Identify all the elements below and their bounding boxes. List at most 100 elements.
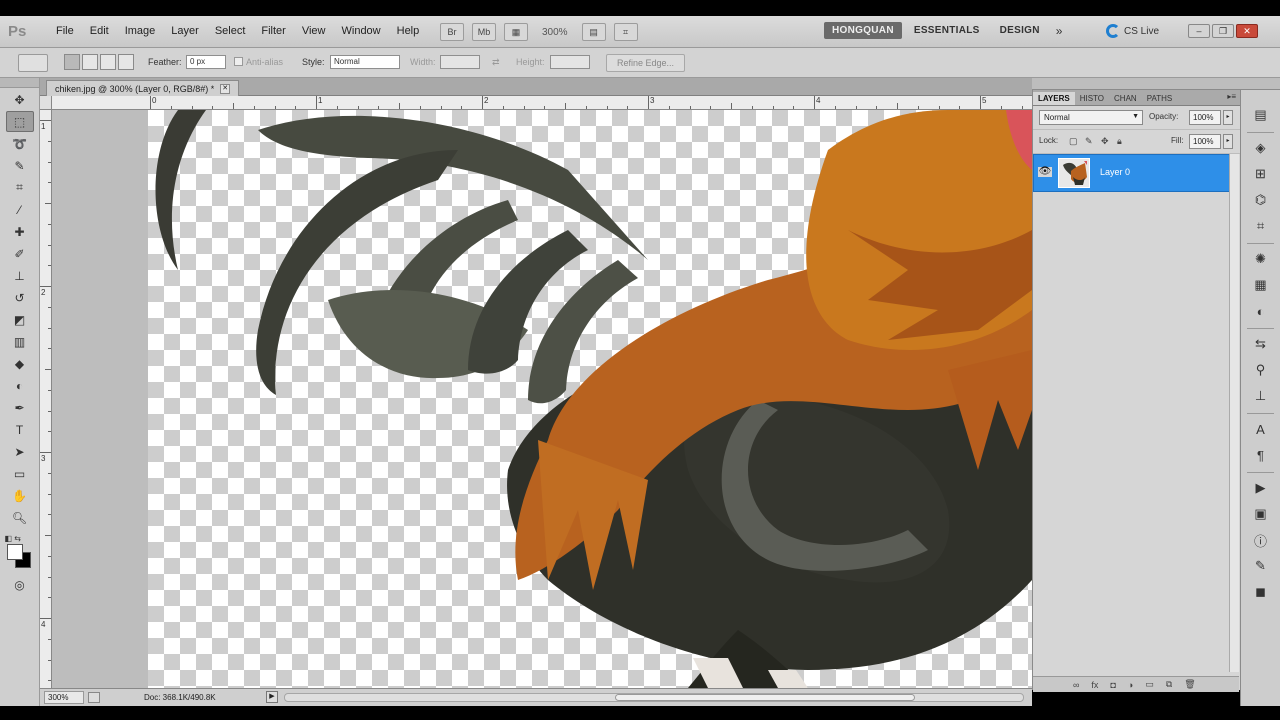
actions-panel-icon[interactable]: ▶ bbox=[1249, 477, 1273, 499]
workspace-hongquan[interactable]: HONGQUAN bbox=[824, 22, 902, 39]
rectangular-marquee-tool-icon[interactable]: ⬚ bbox=[5, 111, 34, 132]
intersect-selection-icon[interactable] bbox=[118, 54, 134, 70]
layer-style-icon[interactable]: fx bbox=[1091, 680, 1098, 690]
menu-layer[interactable]: Layer bbox=[163, 25, 207, 37]
history-panel-icon[interactable]: ⌬ bbox=[1249, 189, 1273, 211]
masks-panel-icon[interactable]: ⚲ bbox=[1249, 359, 1273, 381]
link-layers-icon[interactable]: ∞ bbox=[1073, 680, 1079, 690]
blur-tool-icon[interactable]: ◆ bbox=[6, 353, 34, 374]
quick-selection-tool-icon[interactable]: ✎ bbox=[6, 155, 34, 176]
menu-image[interactable]: Image bbox=[117, 25, 164, 37]
opacity-input[interactable]: 100% bbox=[1189, 110, 1221, 125]
crop-tool-icon[interactable]: ⌗ bbox=[6, 177, 34, 198]
lock-all-icon[interactable]: 🔒︎ bbox=[1117, 136, 1127, 146]
delete-layer-icon[interactable]: 🗑︎ bbox=[1184, 679, 1195, 690]
swap-icon[interactable]: ⇄ bbox=[492, 57, 500, 68]
refine-edge-button[interactable]: Refine Edge... bbox=[606, 54, 686, 72]
view-extras-button[interactable]: ▦ bbox=[504, 23, 528, 41]
adjustments-panel-icon[interactable]: ⇆ bbox=[1249, 333, 1273, 355]
toolbox-grip[interactable] bbox=[0, 78, 39, 88]
tool-preset-picker[interactable] bbox=[18, 54, 48, 72]
ruler-origin[interactable] bbox=[40, 96, 52, 110]
workspace-design[interactable]: DESIGN bbox=[992, 22, 1048, 39]
launch-bridge-button[interactable]: Br bbox=[440, 23, 464, 41]
mini-bridge-panel-icon[interactable]: ▤ bbox=[1249, 104, 1273, 126]
subtract-from-selection-icon[interactable] bbox=[100, 54, 116, 70]
tab-paths[interactable]: PATHS bbox=[1142, 92, 1177, 105]
brush-tool-icon[interactable]: ✐ bbox=[6, 243, 34, 264]
horizontal-ruler[interactable]: 0 1 2 3 4 5 bbox=[52, 96, 1032, 110]
vertical-ruler[interactable]: 1 2 3 4 bbox=[40, 110, 52, 688]
navigator-panel-icon[interactable]: ▣ bbox=[1249, 503, 1273, 525]
style-dropdown[interactable]: Normal bbox=[330, 55, 400, 69]
close-button[interactable]: ✕ bbox=[1236, 24, 1258, 38]
notes-panel-icon[interactable]: ✎ bbox=[1249, 555, 1273, 577]
paragraph-panel-icon[interactable]: ¶ bbox=[1249, 444, 1273, 466]
close-document-icon[interactable]: ✕ bbox=[220, 83, 231, 94]
cs-live-button[interactable]: CS Live bbox=[1106, 24, 1159, 38]
mini-bridge-button[interactable]: Mb bbox=[472, 23, 496, 41]
workspace-essentials[interactable]: ESSENTIALS bbox=[906, 22, 988, 39]
screen-mode-button[interactable]: ⌗ bbox=[613, 23, 638, 41]
anti-alias-checkbox[interactable] bbox=[234, 57, 243, 66]
opacity-slider-arrow-icon[interactable]: ▸ bbox=[1223, 110, 1233, 125]
brush-panel-icon[interactable]: ⊥ bbox=[1249, 385, 1273, 407]
eraser-tool-icon[interactable]: ◩ bbox=[6, 309, 34, 330]
horizontal-scrollbar[interactable] bbox=[284, 693, 1024, 702]
new-selection-mode-icon[interactable] bbox=[64, 54, 80, 70]
menu-select[interactable]: Select bbox=[207, 25, 254, 37]
lock-transparent-icon[interactable]: ▢ bbox=[1069, 136, 1079, 146]
hand-tool-icon[interactable]: ✋ bbox=[6, 485, 34, 506]
menu-file[interactable]: File bbox=[48, 25, 82, 37]
restore-button[interactable]: ❐ bbox=[1212, 24, 1234, 38]
add-mask-icon[interactable]: ◘ bbox=[1110, 680, 1115, 690]
panel-menu-icon[interactable]: ▸≡ bbox=[1227, 92, 1236, 101]
quick-mask-icon[interactable]: ◎ bbox=[6, 574, 34, 595]
menu-view[interactable]: View bbox=[294, 25, 334, 37]
fill-slider-arrow-icon[interactable]: ▸ bbox=[1223, 134, 1233, 149]
height-input[interactable] bbox=[550, 55, 590, 69]
path-selection-tool-icon[interactable]: ➤ bbox=[6, 441, 34, 462]
swatches-panel-icon[interactable]: ▦ bbox=[1249, 274, 1273, 296]
canvas-area[interactable] bbox=[52, 110, 1032, 688]
eyedropper-tool-icon[interactable]: ⁄ bbox=[6, 199, 34, 220]
layer-row-layer-0[interactable]: 👁︎ Layer 0 bbox=[1033, 154, 1239, 192]
new-group-icon[interactable]: ▭ bbox=[1145, 679, 1154, 690]
zoom-level-dropdown[interactable]: 300% bbox=[536, 27, 574, 38]
lock-position-icon[interactable]: ✥ bbox=[1101, 136, 1111, 146]
menu-filter[interactable]: Filter bbox=[253, 25, 293, 37]
add-to-selection-icon[interactable] bbox=[82, 54, 98, 70]
gradient-tool-icon[interactable]: ▥ bbox=[6, 331, 34, 352]
pen-tool-icon[interactable]: ✒ bbox=[6, 397, 34, 418]
clone-stamp-tool-icon[interactable]: ⊥ bbox=[6, 265, 34, 286]
more-workspaces-icon[interactable]: » bbox=[1052, 24, 1067, 38]
panel-dock-header[interactable] bbox=[1032, 78, 1280, 90]
history-brush-tool-icon[interactable]: ↺ bbox=[6, 287, 34, 308]
tab-channels[interactable]: CHAN bbox=[1109, 92, 1142, 105]
status-info-icon[interactable] bbox=[88, 692, 100, 703]
lasso-tool-icon[interactable]: ➰ bbox=[6, 133, 34, 154]
default-colors-icon[interactable]: ◧ ⇆ bbox=[5, 534, 21, 543]
paths-panel-icon[interactable]: ⌗ bbox=[1249, 215, 1273, 237]
character-panel-icon[interactable]: A bbox=[1249, 418, 1273, 440]
styles-panel-icon[interactable]: ◐ bbox=[1249, 300, 1273, 322]
status-zoom-input[interactable]: 300% bbox=[44, 691, 84, 704]
new-layer-icon[interactable]: ⧉ bbox=[1166, 679, 1172, 690]
horizontal-scrollbar-thumb[interactable] bbox=[615, 694, 915, 701]
3d-panel-icon[interactable]: ◼ bbox=[1249, 581, 1273, 603]
menu-edit[interactable]: Edit bbox=[82, 25, 117, 37]
blend-mode-dropdown[interactable]: Normal ▼ bbox=[1039, 110, 1143, 125]
move-tool-icon[interactable]: ✥ bbox=[6, 89, 34, 110]
tab-history[interactable]: HISTO bbox=[1075, 92, 1109, 105]
info-panel-icon[interactable]: ⓘ bbox=[1249, 529, 1273, 551]
feather-input[interactable]: 0 px bbox=[186, 55, 226, 69]
minimize-button[interactable]: – bbox=[1188, 24, 1210, 38]
fill-input[interactable]: 100% bbox=[1189, 134, 1221, 149]
zoom-tool-icon[interactable]: 🔍︎ bbox=[6, 507, 34, 528]
layers-scrollbar[interactable] bbox=[1229, 154, 1239, 672]
menu-window[interactable]: Window bbox=[334, 25, 389, 37]
channels-panel-icon[interactable]: ⊞ bbox=[1249, 163, 1273, 185]
menu-help[interactable]: Help bbox=[389, 25, 428, 37]
type-tool-icon[interactable]: T bbox=[6, 419, 34, 440]
document-tab[interactable]: chiken.jpg @ 300% (Layer 0, RGB/8#) * ✕ bbox=[46, 80, 240, 96]
